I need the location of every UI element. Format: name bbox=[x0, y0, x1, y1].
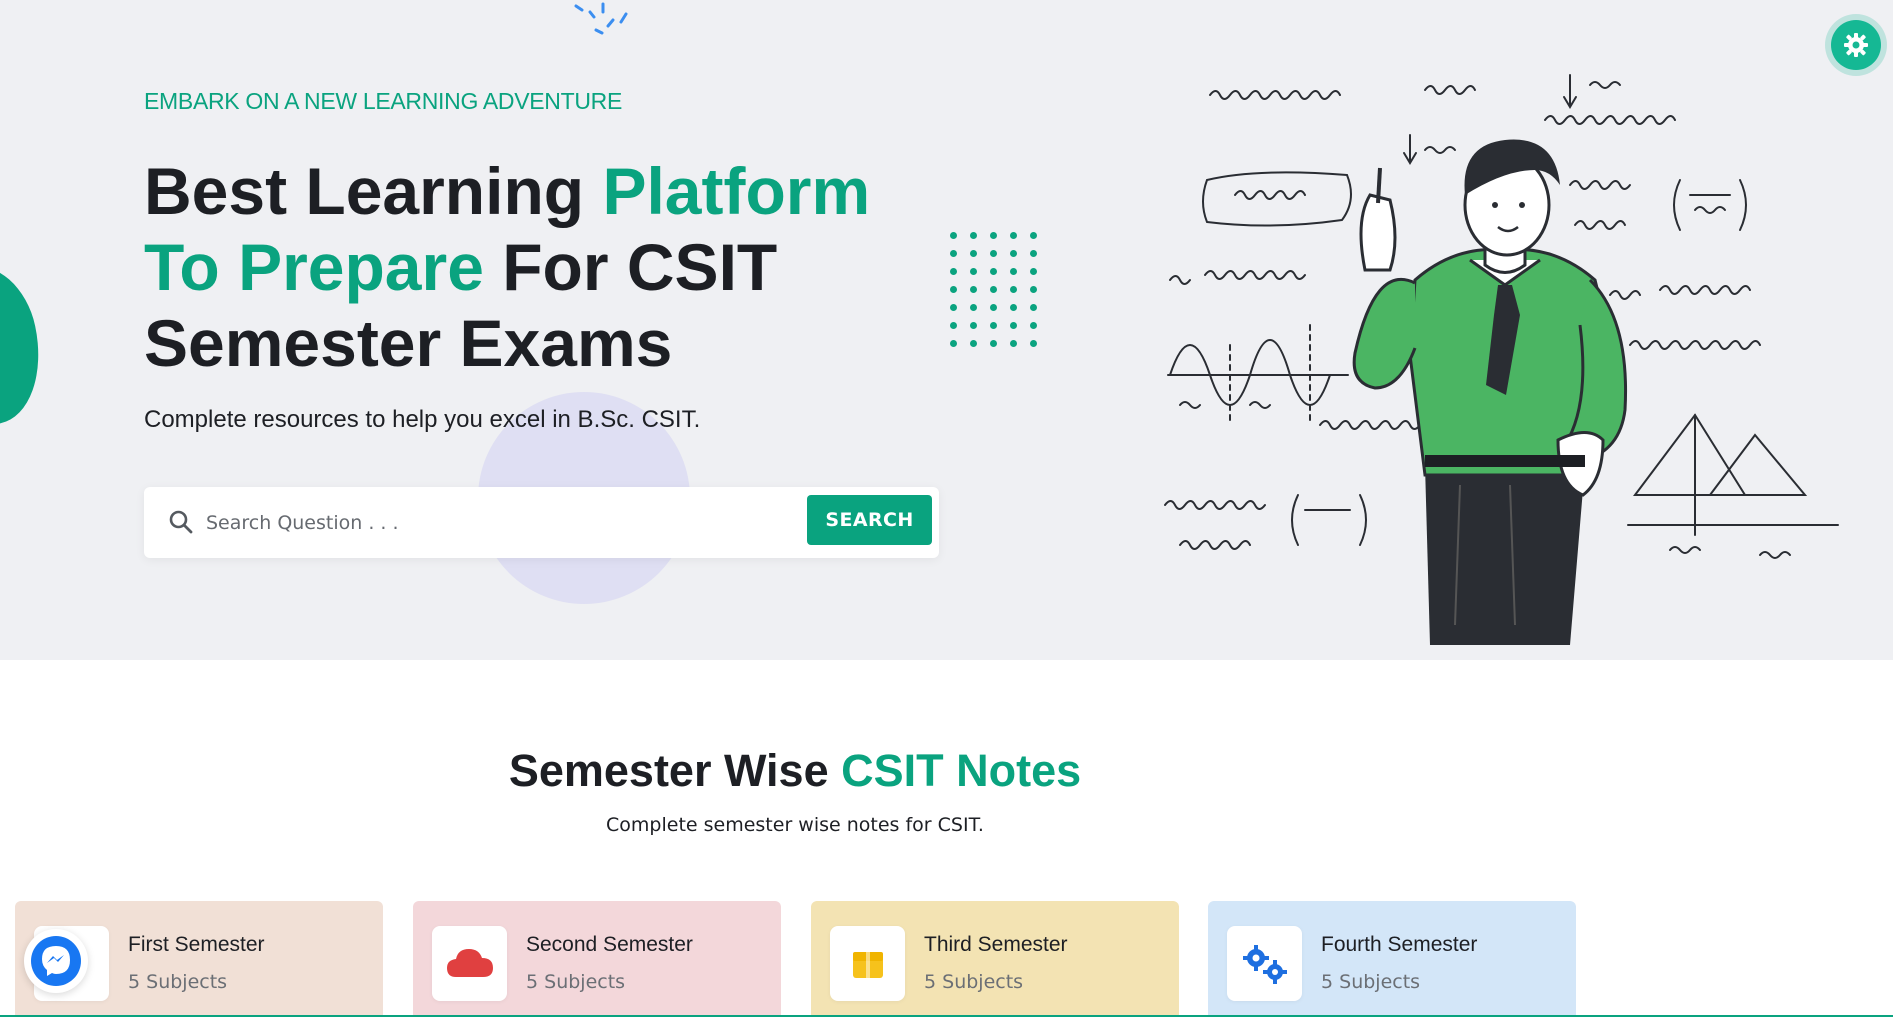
hero-eyebrow: EMBARK ON A NEW LEARNING ADVENTURE bbox=[144, 88, 623, 114]
teacher-illustration bbox=[1164, 74, 1839, 645]
section-title-highlight: CSIT Notes bbox=[841, 745, 1082, 796]
search-bar: SEARCH bbox=[144, 487, 939, 558]
semester-title: Third Semester bbox=[924, 933, 1068, 956]
semester-subject-count: 5 Subjects bbox=[526, 971, 626, 993]
decorative-blob bbox=[0, 255, 54, 435]
gears-icon bbox=[1227, 926, 1302, 1001]
box-icon bbox=[830, 926, 905, 1001]
hero-lead: Complete resources to help you excel in … bbox=[144, 406, 701, 433]
semester-card-second[interactable]: Second Semester 5 Subjects bbox=[413, 901, 781, 1017]
headline-part-1: Best Learning bbox=[144, 154, 603, 228]
semester-card-third[interactable]: Third Semester 5 Subjects bbox=[811, 901, 1179, 1017]
semester-title: Fourth Semester bbox=[1321, 933, 1478, 956]
settings-button[interactable] bbox=[1831, 20, 1881, 70]
section-subtitle: Complete semester wise notes for CSIT. bbox=[606, 814, 984, 836]
search-button[interactable]: SEARCH bbox=[807, 495, 932, 545]
hero-headline: Best Learning Platform To Prepare For CS… bbox=[144, 153, 964, 381]
semester-subject-count: 5 Subjects bbox=[128, 971, 228, 993]
messenger-icon bbox=[31, 936, 81, 986]
semester-title: First Semester bbox=[128, 933, 265, 956]
semester-subject-count: 5 Subjects bbox=[1321, 971, 1421, 993]
sparkle-icon bbox=[574, 2, 628, 35]
semester-subject-count: 5 Subjects bbox=[924, 971, 1024, 993]
cloud-icon bbox=[432, 926, 507, 1001]
section-title-part-1: Semester Wise bbox=[508, 745, 842, 796]
messenger-chat-button[interactable] bbox=[24, 929, 88, 993]
gear-icon bbox=[1844, 33, 1868, 57]
semester-title: Second Semester bbox=[526, 933, 693, 956]
semester-card-fourth[interactable]: Fourth Semester 5 Subjects bbox=[1208, 901, 1576, 1017]
hero-section: EMBARK ON A NEW LEARNING ADVENTURE Best … bbox=[0, 0, 1893, 660]
search-input[interactable] bbox=[206, 503, 726, 543]
dot-grid-decoration bbox=[950, 232, 1050, 372]
section-title: Semester Wise CSIT Notes bbox=[0, 745, 1590, 797]
search-icon bbox=[169, 510, 193, 534]
